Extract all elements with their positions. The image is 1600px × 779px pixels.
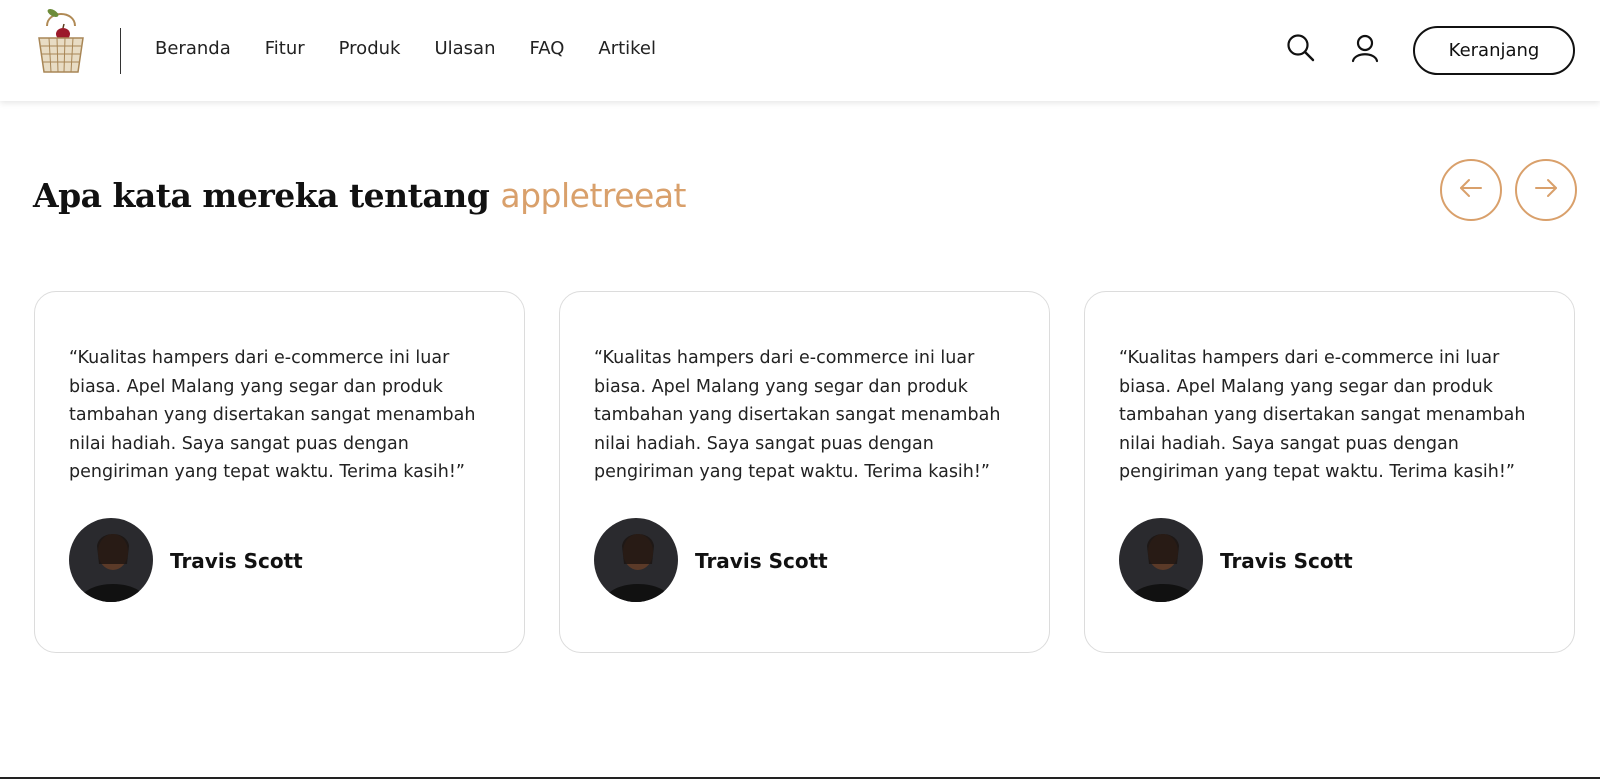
nav-ulasan[interactable]: Ulasan <box>434 38 495 59</box>
next-button[interactable] <box>1515 159 1577 221</box>
reviewer-name: Travis Scott <box>1220 549 1353 573</box>
nav-faq[interactable]: FAQ <box>530 38 565 59</box>
site-header: Beranda Fitur Produk Ulasan FAQ Artikel … <box>0 0 1600 101</box>
testimonial-quote: “Kualitas hampers dari e-commerce ini lu… <box>69 348 476 483</box>
cart-button[interactable]: Keranjang <box>1413 26 1575 75</box>
avatar <box>594 518 678 602</box>
reviewer-name: Travis Scott <box>695 549 828 573</box>
nav-produk[interactable]: Produk <box>339 38 401 59</box>
apple-basket-logo[interactable] <box>33 6 89 76</box>
arrow-right-icon <box>1532 174 1560 206</box>
testimonial-card: “Kualitas hampers dari e-commerce ini lu… <box>34 291 525 653</box>
testimonial-card: “Kualitas hampers dari e-commerce ini lu… <box>559 291 1050 653</box>
section-title: Apa kata mereka tentang appletreeat <box>33 176 686 215</box>
main-nav: Beranda Fitur Produk Ulasan FAQ Artikel <box>155 38 690 59</box>
avatar <box>1119 518 1203 602</box>
user-icon[interactable] <box>1350 33 1380 63</box>
testimonial-quote: “Kualitas hampers dari e-commerce ini lu… <box>594 348 1001 483</box>
avatar <box>69 518 153 602</box>
reviewer-name: Travis Scott <box>170 549 303 573</box>
arrow-left-icon <box>1457 174 1485 206</box>
nav-artikel[interactable]: Artikel <box>598 38 656 59</box>
search-icon[interactable] <box>1286 33 1316 63</box>
testimonial-quote: “Kualitas hampers dari e-commerce ini lu… <box>1119 348 1526 483</box>
section-title-main: Apa kata mereka tentang <box>33 176 501 215</box>
prev-button[interactable] <box>1440 159 1502 221</box>
section-title-brand: appletreeat <box>500 176 686 215</box>
nav-beranda[interactable]: Beranda <box>155 38 231 59</box>
testimonial-card: “Kualitas hampers dari e-commerce ini lu… <box>1084 291 1575 653</box>
header-divider <box>120 28 121 74</box>
nav-fitur[interactable]: Fitur <box>265 38 305 59</box>
